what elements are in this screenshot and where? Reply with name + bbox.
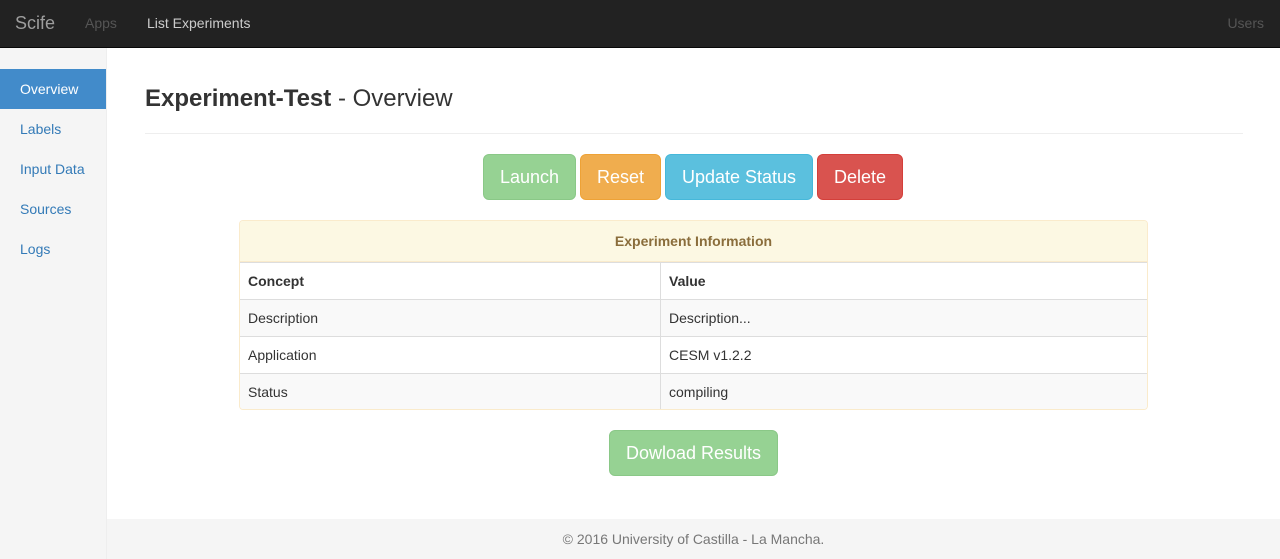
concept-cell: Description bbox=[240, 300, 661, 336]
table-row: Application CESM v1.2.2 bbox=[240, 336, 1147, 373]
footer: © 2016 University of Castilla - La Manch… bbox=[107, 519, 1280, 559]
experiment-name: Experiment-Test bbox=[145, 85, 332, 112]
sidebar: Overview Labels Input Data Sources Logs bbox=[0, 48, 107, 559]
value-cell: Description... bbox=[669, 310, 751, 326]
sidebar-item-input-data[interactable]: Input Data bbox=[0, 149, 106, 189]
table-row: Status compiling bbox=[240, 373, 1147, 409]
main-content: Experiment-Test - Overview Launch Reset … bbox=[107, 48, 1280, 519]
update-status-button[interactable]: Update Status bbox=[665, 154, 813, 200]
table-row: Description Description... bbox=[240, 299, 1147, 336]
download-results-button[interactable]: Dowload Results bbox=[609, 430, 778, 476]
launch-button[interactable]: Launch bbox=[483, 154, 576, 200]
table-header-row: Concept Value bbox=[240, 262, 1147, 299]
page-title: Experiment-Test - Overview bbox=[145, 85, 1243, 112]
delete-button[interactable]: Delete bbox=[817, 154, 903, 200]
brand-logo[interactable]: Scife bbox=[15, 13, 55, 34]
sidebar-item-logs[interactable]: Logs bbox=[0, 229, 106, 269]
column-header-concept: Concept bbox=[240, 263, 661, 299]
sidebar-item-labels[interactable]: Labels bbox=[0, 109, 106, 149]
nav-list-experiments-link[interactable]: List Experiments bbox=[147, 15, 250, 31]
experiment-info-panel: Experiment Information Concept Value Des… bbox=[239, 220, 1148, 410]
value-cell: compiling bbox=[669, 384, 729, 400]
concept-cell: Status bbox=[240, 374, 661, 409]
top-navbar: Scife Apps List Experiments Users bbox=[0, 0, 1280, 48]
nav-apps-link[interactable]: Apps bbox=[85, 15, 117, 31]
panel-title: Experiment Information bbox=[240, 221, 1147, 262]
sidebar-item-sources[interactable]: Sources bbox=[0, 189, 106, 229]
nav-users-link[interactable]: Users bbox=[1227, 15, 1264, 31]
page-section: - Overview bbox=[331, 85, 453, 112]
reset-button[interactable]: Reset bbox=[580, 154, 661, 200]
concept-cell: Application bbox=[240, 337, 661, 373]
page-header: Experiment-Test - Overview bbox=[145, 85, 1243, 134]
value-cell: CESM v1.2.2 bbox=[669, 347, 752, 363]
column-header-value: Value bbox=[669, 273, 706, 289]
sidebar-item-overview[interactable]: Overview bbox=[0, 69, 106, 109]
